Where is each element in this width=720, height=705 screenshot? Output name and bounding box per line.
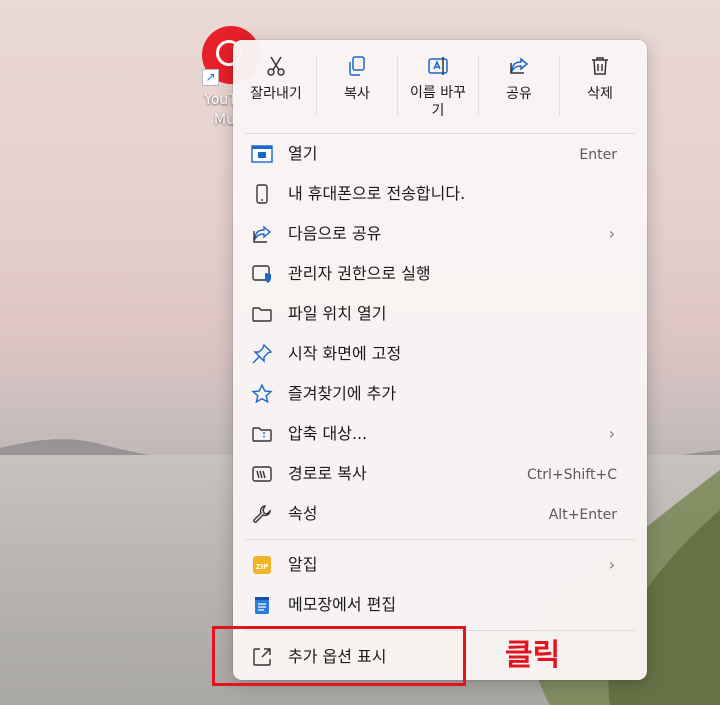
chevron-right-icon: › bbox=[608, 555, 615, 574]
menu-item-copy-as-path[interactable]: 경로로 복사 Ctrl+Shift+C bbox=[241, 454, 639, 494]
menu-item-compress-to[interactable]: 압축 대상... › bbox=[241, 414, 639, 454]
menu-item-shortcut: Ctrl+Shift+C bbox=[527, 467, 617, 483]
toolbar-separator bbox=[316, 56, 317, 116]
annotation-highlight-box bbox=[212, 626, 466, 686]
folder-icon bbox=[252, 307, 272, 322]
wrench-icon bbox=[253, 505, 271, 523]
pin-icon bbox=[252, 343, 273, 364]
toolbar-separator bbox=[559, 56, 560, 116]
menu-item-share-with[interactable]: 다음으로 공유 › bbox=[241, 214, 639, 254]
copy-icon bbox=[349, 56, 365, 76]
menu-item-shortcut: Enter bbox=[579, 147, 617, 163]
share-label: 공유 bbox=[506, 86, 532, 102]
copy-label: 복사 bbox=[344, 86, 370, 102]
rename-label-line2: 기 bbox=[431, 103, 445, 119]
menu-item-open[interactable]: 열기 Enter bbox=[241, 134, 639, 174]
menu-item-label: 내 휴대폰으로 전송합니다. bbox=[288, 184, 466, 203]
menu-item-send-to-phone[interactable]: 내 휴대폰으로 전송합니다. bbox=[241, 174, 639, 214]
copy-path-icon bbox=[252, 466, 272, 482]
rename-label-line1: 이름 바꾸 bbox=[410, 85, 466, 101]
menu-item-run-as-admin[interactable]: 관리자 권한으로 실행 bbox=[241, 254, 639, 294]
shield-window-icon bbox=[252, 265, 271, 283]
cut-button[interactable]: 잘라내기 bbox=[240, 48, 312, 128]
menu-item-open-file-location[interactable]: 파일 위치 열기 bbox=[241, 294, 639, 334]
chevron-right-icon: › bbox=[608, 224, 615, 243]
menu-item-alzip[interactable]: ZIP 알집 › bbox=[241, 545, 639, 585]
toolbar-separator bbox=[397, 56, 398, 116]
menu-item-label: 알집 bbox=[288, 555, 318, 574]
svg-text:ZIP: ZIP bbox=[256, 563, 269, 571]
share-icon bbox=[510, 57, 529, 74]
alzip-icon: ZIP bbox=[253, 556, 271, 574]
trash-icon bbox=[592, 57, 608, 75]
toolbar-separator bbox=[478, 56, 479, 116]
scissors-icon bbox=[267, 56, 285, 76]
delete-button[interactable]: 삭제 bbox=[564, 48, 636, 128]
rename-icon bbox=[428, 57, 448, 75]
share-button[interactable]: 공유 bbox=[483, 48, 555, 128]
copy-button[interactable]: 복사 bbox=[321, 48, 393, 128]
menu-item-label: 열기 bbox=[288, 144, 318, 163]
menu-item-label: 즐겨찾기에 추가 bbox=[288, 384, 397, 403]
zip-folder-icon bbox=[252, 427, 272, 442]
menu-item-edit-in-notepad[interactable]: 메모장에서 편집 bbox=[241, 585, 639, 625]
chevron-right-icon: › bbox=[608, 424, 615, 443]
share-icon bbox=[253, 225, 272, 243]
menu-item-label: 시작 화면에 고정 bbox=[288, 344, 402, 363]
shortcut-arrow-icon: ↗ bbox=[202, 69, 219, 86]
cut-label: 잘라내기 bbox=[250, 86, 302, 102]
menu-item-label: 속성 bbox=[288, 504, 318, 523]
menu-item-pin-to-start[interactable]: 시작 화면에 고정 bbox=[241, 334, 639, 374]
menu-item-label: 관리자 권한으로 실행 bbox=[288, 264, 431, 283]
menu-item-label: 압축 대상... bbox=[288, 424, 368, 443]
context-menu: 잘라내기 복사 이름 바꾸 기 공유 삭제 열기 Enter 내 휴대폰으로 전… bbox=[233, 40, 647, 680]
rename-button[interactable]: 이름 바꾸 기 bbox=[402, 48, 474, 128]
menu-item-label: 메모장에서 편집 bbox=[288, 595, 397, 614]
menu-item-label: 다음으로 공유 bbox=[288, 224, 382, 243]
menu-item-label: 파일 위치 열기 bbox=[288, 304, 387, 323]
menu-item-add-to-favorites[interactable]: 즐겨찾기에 추가 bbox=[241, 374, 639, 414]
phone-icon bbox=[256, 184, 268, 204]
star-icon bbox=[251, 383, 273, 404]
annotation-click-label: 클릭 bbox=[505, 638, 561, 673]
menu-item-shortcut: Alt+Enter bbox=[548, 507, 617, 523]
menu-divider bbox=[245, 539, 635, 540]
delete-label: 삭제 bbox=[587, 86, 613, 102]
context-menu-toolbar: 잘라내기 복사 이름 바꾸 기 공유 삭제 bbox=[233, 40, 647, 130]
notepad-icon bbox=[255, 597, 269, 614]
menu-item-label: 경로로 복사 bbox=[288, 464, 367, 483]
menu-item-properties[interactable]: 속성 Alt+Enter bbox=[241, 494, 639, 534]
app-window-icon bbox=[251, 145, 273, 163]
rename-label: 이름 바꾸 기 bbox=[402, 84, 474, 120]
